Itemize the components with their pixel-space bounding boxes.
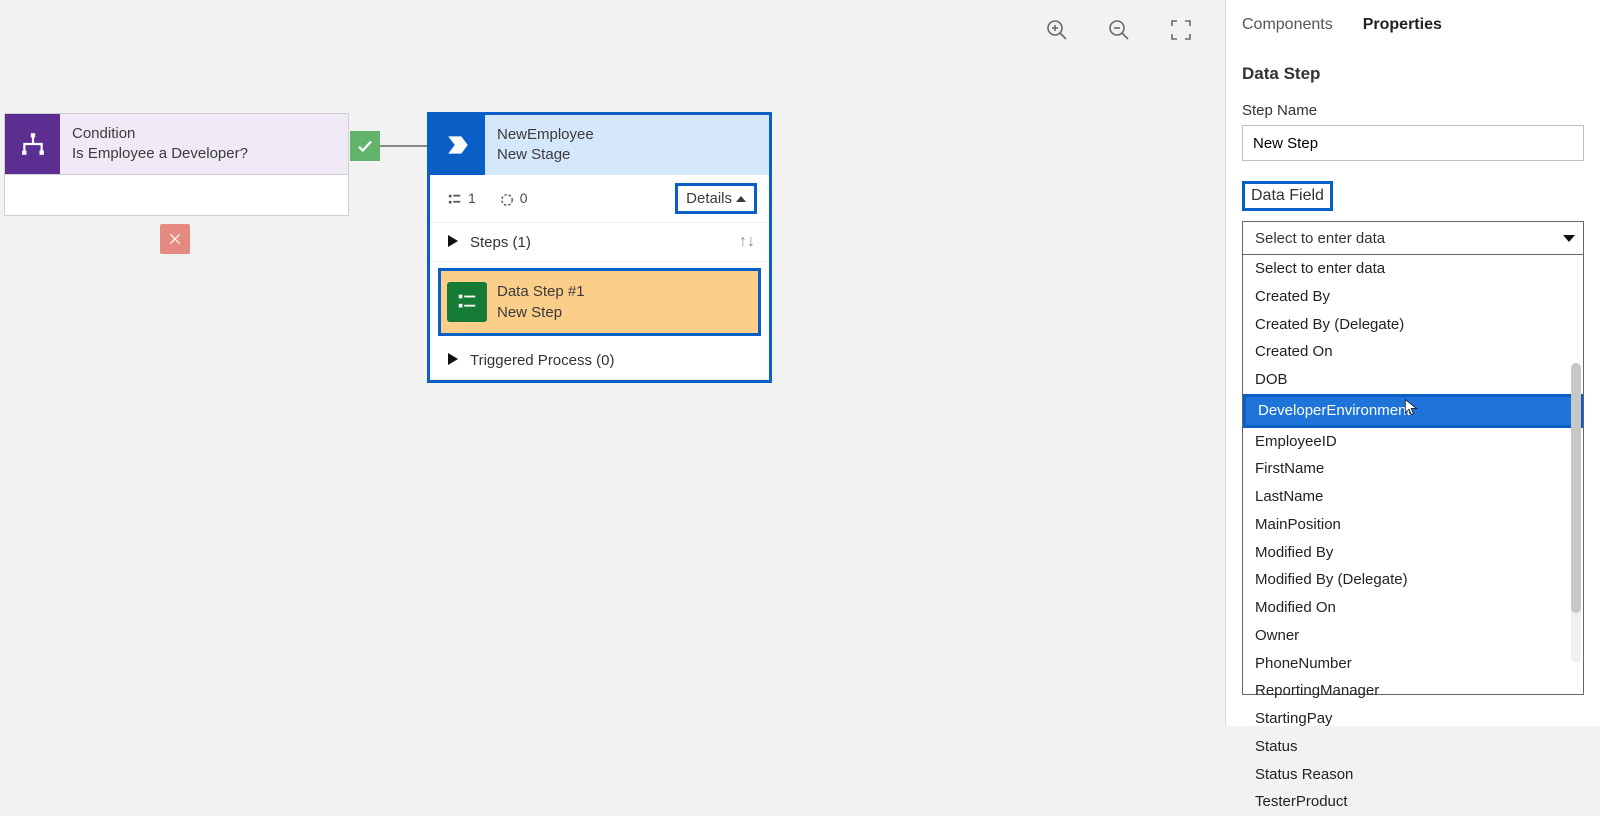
dropdown-option[interactable]: DOB — [1243, 366, 1583, 394]
condition-type-label: Condition — [72, 124, 248, 144]
dropdown-option[interactable]: Status — [1243, 733, 1583, 761]
dropdown-option[interactable]: Modified On — [1243, 594, 1583, 622]
dropdown-option[interactable]: ReportingManager — [1243, 677, 1583, 705]
properties-panel: Components Properties Data Step Step Nam… — [1225, 0, 1600, 726]
steps-count: 1 — [448, 190, 476, 206]
details-toggle[interactable]: Details — [675, 183, 757, 214]
zoom-in-icon[interactable] — [1043, 16, 1071, 44]
fullscreen-icon[interactable] — [1167, 16, 1195, 44]
dropdown-option[interactable]: StartingPay — [1243, 705, 1583, 733]
step-subtitle: New Step — [497, 302, 585, 323]
triggered-section-header[interactable]: Triggered Process (0) — [430, 342, 769, 380]
stage-card[interactable]: NewEmployee New Stage 1 0 Details Steps … — [427, 112, 772, 383]
condition-false-badge[interactable] — [160, 224, 190, 254]
steps-section-header[interactable]: Steps (1) ↑↓ — [430, 223, 769, 262]
condition-body — [5, 175, 348, 215]
condition-true-badge[interactable] — [350, 131, 380, 161]
flow-count: 0 — [500, 190, 528, 206]
cycle-icon — [500, 193, 514, 207]
dropdown-scrollbar[interactable] — [1571, 363, 1581, 663]
data-field-label: Data Field — [1242, 181, 1333, 211]
reorder-arrows-icon[interactable]: ↑↓ — [739, 233, 755, 251]
stage-entity: NewEmployee — [497, 125, 594, 145]
data-step-item[interactable]: Data Step #1 New Step — [438, 268, 761, 336]
triangle-icon — [448, 353, 458, 365]
dropdown-option[interactable]: DeveloperEnvironment — [1243, 394, 1583, 428]
stage-info-row: 1 0 Details — [430, 175, 769, 223]
stage-header: NewEmployee New Stage — [430, 115, 769, 175]
connector-line — [380, 145, 428, 147]
tab-properties[interactable]: Properties — [1363, 10, 1442, 40]
dropdown-option[interactable]: Status Reason — [1243, 761, 1583, 789]
step-labels: Data Step #1 New Step — [497, 281, 585, 323]
steps-header-label: Steps (1) — [470, 234, 531, 251]
scrollbar-thumb[interactable] — [1571, 363, 1581, 613]
dropdown-option[interactable]: Created By — [1243, 283, 1583, 311]
condition-header: Condition Is Employee a Developer? — [5, 114, 348, 175]
dropdown-option[interactable]: PhoneNumber — [1243, 650, 1583, 678]
dropdown-option[interactable]: Created By (Delegate) — [1243, 311, 1583, 339]
stage-counters: 1 0 — [448, 190, 528, 206]
list-icon — [448, 193, 462, 207]
canvas-toolbar — [1043, 16, 1195, 44]
step-name-label: Step Name — [1242, 102, 1584, 119]
panel-section-title: Data Step — [1242, 64, 1584, 84]
triangle-icon — [448, 235, 458, 247]
form-icon — [447, 282, 487, 322]
zoom-out-icon[interactable] — [1105, 16, 1133, 44]
condition-title: Is Employee a Developer? — [72, 144, 248, 164]
chevron-up-icon — [736, 196, 746, 202]
step-name-input[interactable] — [1242, 125, 1584, 161]
tab-components[interactable]: Components — [1242, 10, 1333, 40]
dropdown-option[interactable]: Modified By — [1243, 539, 1583, 567]
branch-icon — [5, 114, 60, 174]
stage-title-text: NewEmployee New Stage — [485, 119, 606, 172]
details-label: Details — [686, 190, 732, 207]
dropdown-option[interactable]: Created On — [1243, 338, 1583, 366]
dropdown-option[interactable]: Modified By (Delegate) — [1243, 566, 1583, 594]
condition-text: Condition Is Employee a Developer? — [60, 118, 260, 171]
chevron-down-icon — [1563, 235, 1575, 242]
dropdown-option[interactable]: FirstName — [1243, 455, 1583, 483]
dropdown-option[interactable]: EmployeeID — [1243, 428, 1583, 456]
select-value: Select to enter data — [1255, 230, 1385, 247]
stage-name: New Stage — [497, 145, 594, 165]
stage-chevron-icon — [430, 115, 485, 175]
panel-tabs: Components Properties — [1242, 10, 1584, 40]
dropdown-option[interactable]: Select to enter data — [1243, 255, 1583, 283]
dropdown-option[interactable]: Owner — [1243, 622, 1583, 650]
data-field-select[interactable]: Select to enter data — [1242, 221, 1584, 255]
step-title: Data Step #1 — [497, 281, 585, 302]
dropdown-option[interactable]: LastName — [1243, 483, 1583, 511]
triggered-header-label: Triggered Process (0) — [470, 352, 615, 369]
dropdown-option[interactable]: MainPosition — [1243, 511, 1583, 539]
dropdown-option[interactable]: TesterProduct — [1243, 788, 1583, 816]
data-field-dropdown[interactable]: Select to enter dataCreated ByCreated By… — [1242, 255, 1584, 695]
condition-node[interactable]: Condition Is Employee a Developer? — [4, 113, 349, 216]
